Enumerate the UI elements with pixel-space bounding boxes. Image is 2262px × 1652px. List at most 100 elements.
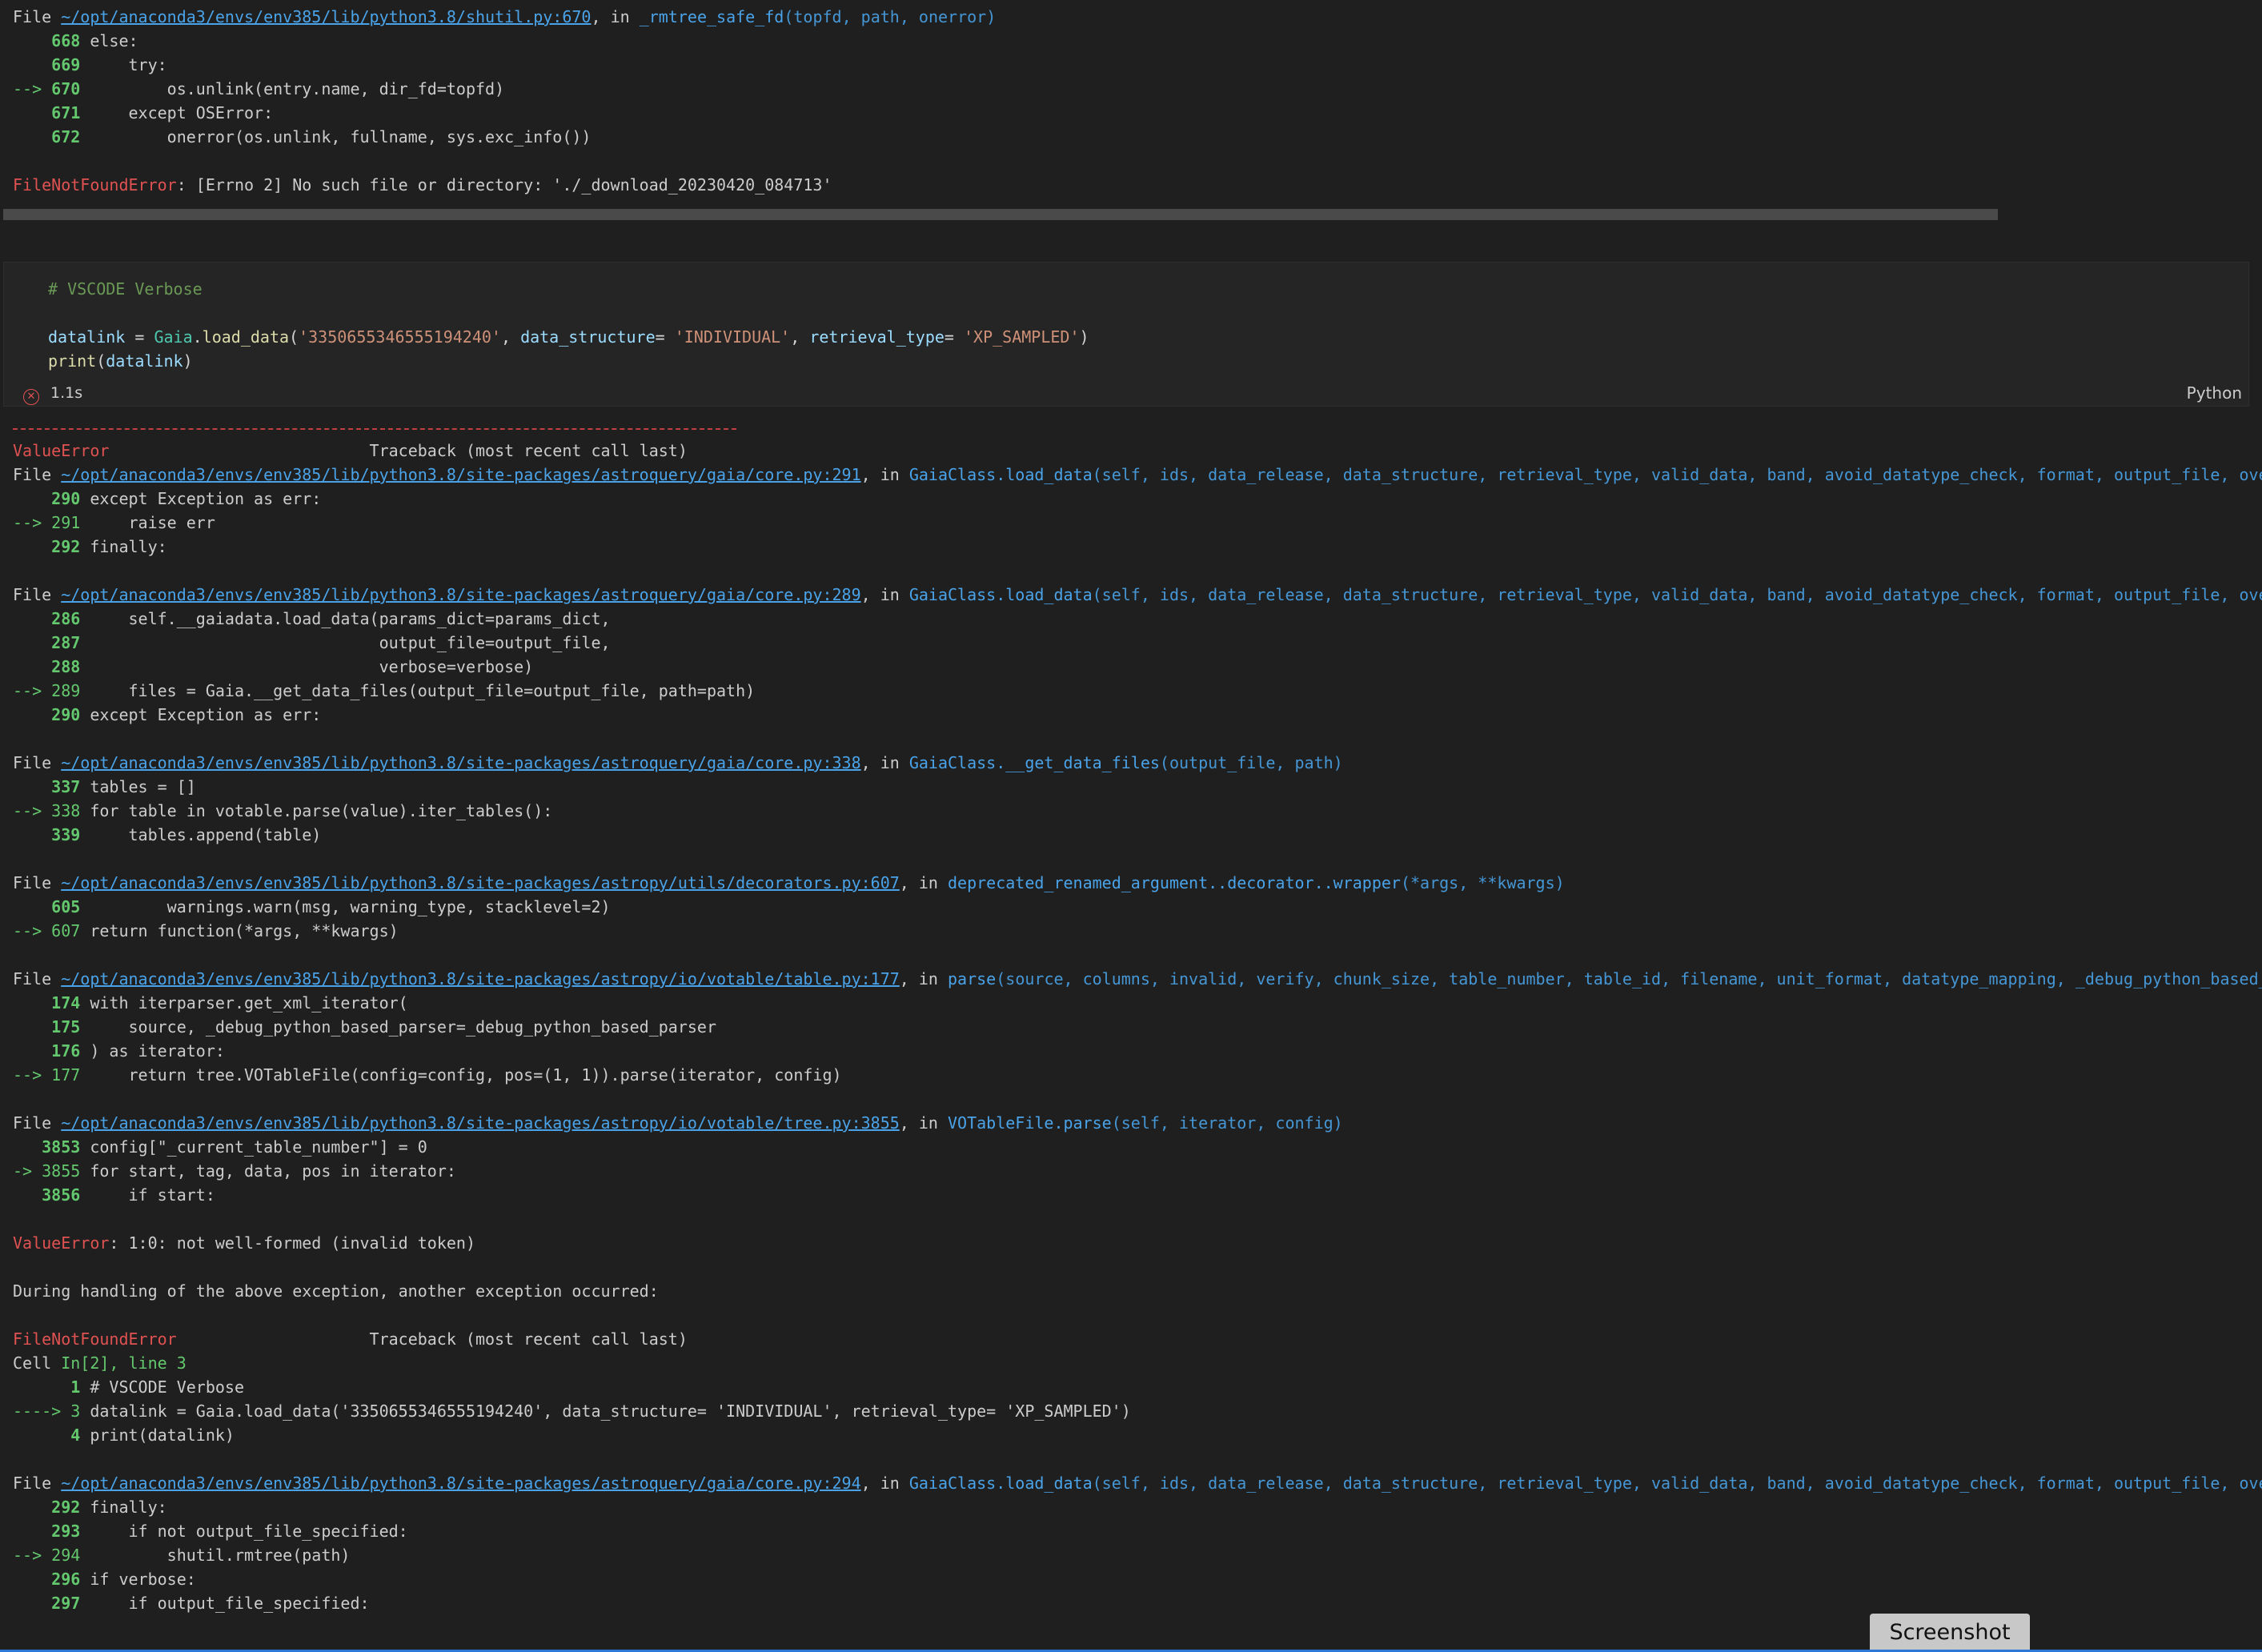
traceback-file-line: File ~/opt/anaconda3/envs/env385/lib/pyt… bbox=[0, 1111, 2262, 1135]
traceback-code-line: 339 tables.append(table) bbox=[0, 823, 2262, 847]
line-number: 669 bbox=[51, 55, 81, 74]
file-link[interactable]: ~/opt/anaconda3/envs/env385/lib/python3.… bbox=[61, 969, 900, 988]
line-number: 290 bbox=[51, 489, 81, 508]
line-number: 290 bbox=[51, 705, 81, 724]
traceback-code-line: 605 warnings.warn(msg, warning_type, sta… bbox=[0, 895, 2262, 919]
note-text: During handling of the above exception, … bbox=[13, 1281, 659, 1301]
file-link[interactable]: ~/opt/anaconda3/envs/env385/lib/python3.… bbox=[61, 1474, 860, 1493]
line-code: datalink = Gaia.load_data('3350655346555… bbox=[80, 1401, 1131, 1421]
line-number: 4 bbox=[70, 1425, 81, 1445]
line-code: # VSCODE Verbose bbox=[80, 1377, 244, 1397]
function-args: (self, iterator, config) bbox=[1111, 1113, 1343, 1133]
code-comment: # VSCODE Verbose bbox=[48, 279, 203, 299]
traceback-code-line: 292 finally: bbox=[0, 535, 2262, 559]
function-name: deprecated_renamed_argument..decorator..… bbox=[948, 873, 1401, 892]
file-prefix: File bbox=[13, 1113, 62, 1133]
in-text: , in bbox=[860, 465, 909, 484]
function-args: (*args, **kwargs) bbox=[1400, 873, 1565, 892]
traceback-file-line: File ~/opt/anaconda3/envs/env385/lib/pyt… bbox=[0, 583, 2262, 607]
horizontal-scrollbar[interactable] bbox=[3, 209, 1998, 220]
line-code: for start, tag, data, pos in iterator: bbox=[80, 1161, 456, 1181]
function-name: GaiaClass.load_data bbox=[908, 585, 1093, 604]
line-code: onerror(os.unlink, fullname, sys.exc_inf… bbox=[80, 127, 592, 146]
traceback-code-line: --> 177 return tree.VOTableFile(config=c… bbox=[0, 1063, 2262, 1087]
line-number: 293 bbox=[51, 1522, 81, 1541]
exception-text: Traceback (most recent call last) bbox=[176, 1329, 688, 1349]
traceback-code-line: 293 if not output_file_specified: bbox=[0, 1519, 2262, 1543]
line-number: 605 bbox=[51, 897, 81, 916]
code-line-load-data[interactable]: datalink = Gaia.load_data('3350655346555… bbox=[48, 325, 1089, 349]
line-code: finally: bbox=[80, 1498, 167, 1517]
code-line-print[interactable]: print(datalink) bbox=[48, 349, 193, 373]
line-marker bbox=[13, 127, 51, 146]
scrollbar-thumb[interactable] bbox=[3, 209, 1998, 220]
traceback-code-line: -> 3855 for start, tag, data, pos in ite… bbox=[0, 1159, 2262, 1183]
line-marker bbox=[13, 657, 51, 676]
line-number: 292 bbox=[51, 537, 81, 556]
traceback-code-line: 176 ) as iterator: bbox=[0, 1039, 2262, 1063]
traceback-code-line: 297 if output_file_specified: bbox=[0, 1591, 2262, 1615]
traceback-code-line: 175 source, _debug_python_based_parser=_… bbox=[0, 1015, 2262, 1039]
line-marker bbox=[13, 1425, 70, 1445]
line-marker bbox=[13, 103, 51, 122]
cell-ref[interactable]: In[2], line 3 bbox=[61, 1353, 186, 1373]
top-file-link[interactable]: ~/opt/anaconda3/envs/env385/lib/python3.… bbox=[61, 7, 591, 26]
traceback-header: ValueError Traceback (most recent call l… bbox=[0, 439, 2262, 463]
line-marker: ----> bbox=[13, 1401, 71, 1421]
file-link[interactable]: ~/opt/anaconda3/envs/env385/lib/python3.… bbox=[61, 1113, 900, 1133]
line-code: shutil.rmtree(path) bbox=[80, 1546, 351, 1565]
line-code: return function(*args, **kwargs) bbox=[80, 921, 399, 940]
line-marker bbox=[13, 1137, 42, 1157]
line-number: 1 bbox=[70, 1377, 81, 1397]
line-marker bbox=[13, 705, 51, 724]
in-text: , in bbox=[899, 969, 949, 988]
execution-time: 1.1s bbox=[50, 384, 83, 402]
line-marker: --> bbox=[13, 513, 52, 532]
line-marker bbox=[13, 1498, 51, 1517]
file-link[interactable]: ~/opt/anaconda3/envs/env385/lib/python3.… bbox=[61, 753, 860, 772]
line-marker: --> bbox=[13, 1546, 52, 1565]
function-name: GaiaClass.__get_data_files bbox=[908, 753, 1160, 772]
traceback-code-line: 296 if verbose: bbox=[0, 1567, 2262, 1591]
traceback-file-line: File ~/opt/anaconda3/envs/env385/lib/pyt… bbox=[0, 871, 2262, 895]
line-number: 176 bbox=[51, 1041, 81, 1061]
line-marker bbox=[13, 489, 51, 508]
line-number: 3855 bbox=[42, 1161, 81, 1181]
traceback-code-line: 3853 config["_current_table_number"] = 0 bbox=[0, 1135, 2262, 1159]
top-file-line: File ~/opt/anaconda3/envs/env385/lib/pyt… bbox=[13, 7, 997, 26]
line-marker bbox=[13, 777, 51, 796]
cell-reference-line: Cell In[2], line 3 bbox=[0, 1351, 2262, 1375]
file-link[interactable]: ~/opt/anaconda3/envs/env385/lib/python3.… bbox=[61, 465, 860, 484]
line-code: source, _debug_python_based_parser=_debu… bbox=[80, 1017, 717, 1037]
line-code: tables = [] bbox=[80, 777, 196, 796]
file-link[interactable]: ~/opt/anaconda3/envs/env385/lib/python3.… bbox=[61, 585, 860, 604]
line-code: verbose=verbose) bbox=[80, 657, 534, 676]
traceback-code-line: 671 except OSError: bbox=[0, 101, 2262, 125]
traceback-code-line: --> 670 os.unlink(entry.name, dir_fd=top… bbox=[0, 77, 2262, 101]
line-marker bbox=[13, 1185, 42, 1205]
function-name: GaiaClass.load_data bbox=[908, 465, 1093, 484]
exception-name: ValueError bbox=[13, 1233, 110, 1253]
function-name: parse bbox=[948, 969, 997, 988]
line-number: 175 bbox=[51, 1017, 81, 1037]
traceback-code-line: 668 else: bbox=[0, 29, 2262, 53]
traceback-code-line: 290 except Exception as err: bbox=[0, 703, 2262, 727]
exception-text: Traceback (most recent call last) bbox=[109, 441, 688, 460]
code-cell[interactable]: # VSCODE Verbose datalink = Gaia.load_da… bbox=[3, 262, 2249, 407]
line-number: 338 bbox=[51, 801, 81, 820]
file-prefix: File bbox=[13, 585, 62, 604]
line-number: 337 bbox=[51, 777, 81, 796]
line-marker bbox=[13, 55, 51, 74]
line-marker bbox=[13, 1570, 51, 1589]
file-link[interactable]: ~/opt/anaconda3/envs/env385/lib/python3.… bbox=[61, 873, 900, 892]
kernel-language-label[interactable]: Python bbox=[2187, 383, 2242, 403]
line-code: os.unlink(entry.name, dir_fd=topfd) bbox=[80, 79, 505, 98]
screenshot-button[interactable]: Screenshot bbox=[1870, 1614, 2030, 1652]
line-code: output_file=output_file, bbox=[80, 633, 611, 652]
error-circle-icon: ✕ bbox=[23, 389, 39, 405]
line-number: 286 bbox=[51, 609, 81, 628]
